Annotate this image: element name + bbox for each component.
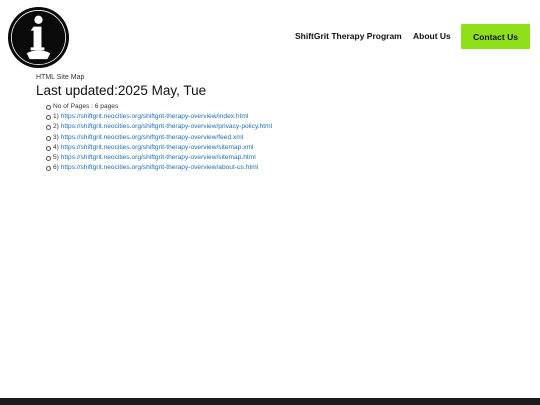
- sitemap-label: HTML Site Map: [36, 74, 85, 81]
- sitemap-list: No of Pages : 6 pages 1) https://shiftgr…: [36, 102, 272, 173]
- sitemap-link[interactable]: https://shiftgrit.neocities.org/shiftgri…: [61, 154, 256, 161]
- sitemap-link[interactable]: https://shiftgrit.neocities.org/shiftgri…: [61, 134, 244, 141]
- link-index: 6): [53, 164, 59, 172]
- pages-count: No of Pages : 6 pages: [46, 102, 272, 112]
- list-item: 5) https://shiftgrit.neocities.org/shift…: [46, 153, 272, 163]
- sitemap-content: HTML Site Map Last updated:2025 May, Tue…: [36, 74, 272, 173]
- sitemap-link[interactable]: https://shiftgrit.neocities.org/shiftgri…: [61, 113, 249, 120]
- info-logo-icon[interactable]: [7, 6, 70, 69]
- sitemap-link[interactable]: https://shiftgrit.neocities.org/shiftgri…: [61, 164, 259, 171]
- page-title: Last updated:2025 May, Tue: [36, 83, 207, 98]
- link-index: 3): [53, 133, 59, 141]
- list-item: 6) https://shiftgrit.neocities.org/shift…: [46, 163, 272, 173]
- sitemap-link[interactable]: https://shiftgrit.neocities.org/shiftgri…: [61, 144, 254, 151]
- link-index: 2): [53, 123, 59, 131]
- list-item: 2) https://shiftgrit.neocities.org/shift…: [46, 122, 272, 132]
- nav-link-about-us[interactable]: About Us: [413, 31, 451, 41]
- site-header: ShiftGrit Therapy Program About Us Conta…: [0, 0, 540, 72]
- pages-count-text: No of Pages : 6 pages: [53, 103, 119, 110]
- link-index: 4): [53, 143, 59, 151]
- nav-link-therapy-program[interactable]: ShiftGrit Therapy Program: [295, 31, 402, 41]
- link-index: 1): [53, 113, 59, 121]
- sitemap-link[interactable]: https://shiftgrit.neocities.org/shiftgri…: [61, 123, 272, 130]
- list-item: 1) https://shiftgrit.neocities.org/shift…: [46, 112, 272, 122]
- link-index: 5): [53, 154, 59, 162]
- list-item: 4) https://shiftgrit.neocities.org/shift…: [46, 143, 272, 153]
- footer-bar: [0, 398, 540, 405]
- contact-us-button[interactable]: Contact Us: [461, 24, 530, 49]
- list-item: 3) https://shiftgrit.neocities.org/shift…: [46, 133, 272, 143]
